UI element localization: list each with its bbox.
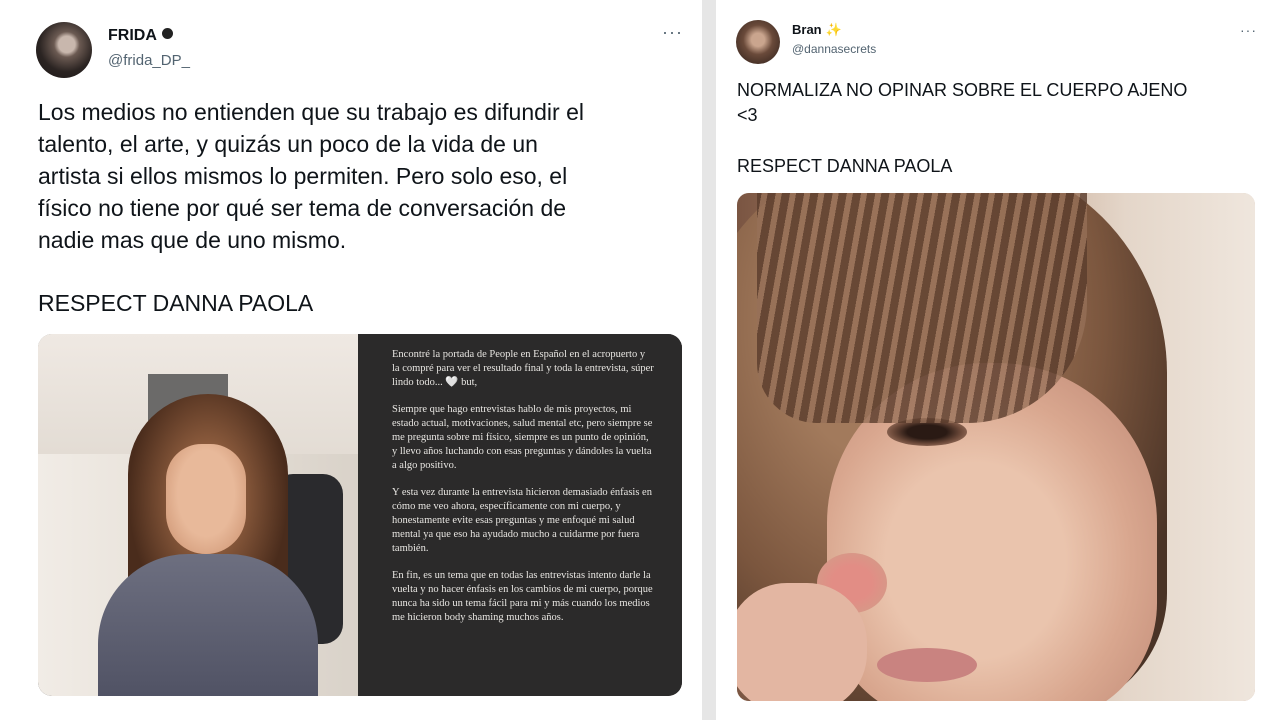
- media-photo[interactable]: [38, 334, 358, 696]
- user-name[interactable]: FRIDA: [108, 27, 173, 45]
- tweet-text: NORMALIZA NO OPINAR SOBRE EL CUERPO AJEN…: [737, 78, 1257, 128]
- verified-badge-icon: [161, 28, 173, 39]
- tweet-frida: FRIDA @frida_DP_ ··· Los medios no entie…: [0, 0, 702, 720]
- tweet-text-line: talento, el arte, y quizás un poco de la…: [38, 131, 538, 157]
- tweet-respect-line: RESPECT DANNA PAOLA: [38, 290, 314, 316]
- photo-sweater: [98, 554, 318, 696]
- tweet-text-line: nadie mas que de uno mismo.: [38, 227, 347, 253]
- user-handle[interactable]: @frida_DP_: [108, 52, 190, 69]
- story-paragraph: Encontré la portada de People en Español…: [392, 349, 654, 389]
- tweet-text-line: Los medios no entienden que su trabajo e…: [38, 99, 584, 125]
- sparkles-icon: ✨: [825, 22, 842, 37]
- panel-divider: [702, 0, 716, 720]
- user-name[interactable]: Bran ✨: [792, 22, 842, 38]
- tweet-text: Los medios no entienden que su trabajo e…: [38, 96, 678, 256]
- story-paragraph: Siempre que hago entrevistas hablo de mi…: [392, 403, 653, 472]
- more-options-icon[interactable]: ···: [662, 22, 683, 43]
- user-handle[interactable]: @dannasecrets: [792, 42, 876, 56]
- user-name-text[interactable]: Bran: [792, 22, 822, 37]
- story-text: Encontré la portada de People en Español…: [392, 348, 654, 637]
- photo-face: [166, 444, 246, 554]
- tweet-media[interactable]: [737, 193, 1255, 701]
- story-paragraph: Y esta vez durante la entrevista hiciero…: [392, 486, 652, 555]
- tweet-bran: Bran ✨ @dannasecrets ··· NORMALIZA NO OPI…: [716, 0, 1280, 720]
- tweet-respect-line: RESPECT DANNA PAOLA: [737, 156, 953, 176]
- tweet-media[interactable]: Encontré la portada de People en Español…: [38, 334, 682, 696]
- avatar[interactable]: [736, 20, 780, 64]
- avatar[interactable]: [36, 22, 92, 78]
- media-story-screenshot[interactable]: Encontré la portada de People en Español…: [362, 334, 682, 696]
- more-options-icon[interactable]: ···: [1240, 22, 1257, 38]
- user-name-text[interactable]: FRIDA: [108, 27, 157, 44]
- tweet-text-line: físico no tiene por qué ser tema de conv…: [38, 195, 567, 221]
- photo-hand: [737, 583, 867, 701]
- tweet-text-line: <3: [737, 105, 758, 125]
- photo-bangs: [757, 193, 1087, 423]
- tweet-text-line: artista si ellos mismos lo permiten. Per…: [38, 163, 568, 189]
- photo-lips: [877, 648, 977, 682]
- story-paragraph: En fin, es un tema que en todas las entr…: [392, 569, 653, 624]
- tweet-text-line: NORMALIZA NO OPINAR SOBRE EL CUERPO AJEN…: [737, 80, 1188, 100]
